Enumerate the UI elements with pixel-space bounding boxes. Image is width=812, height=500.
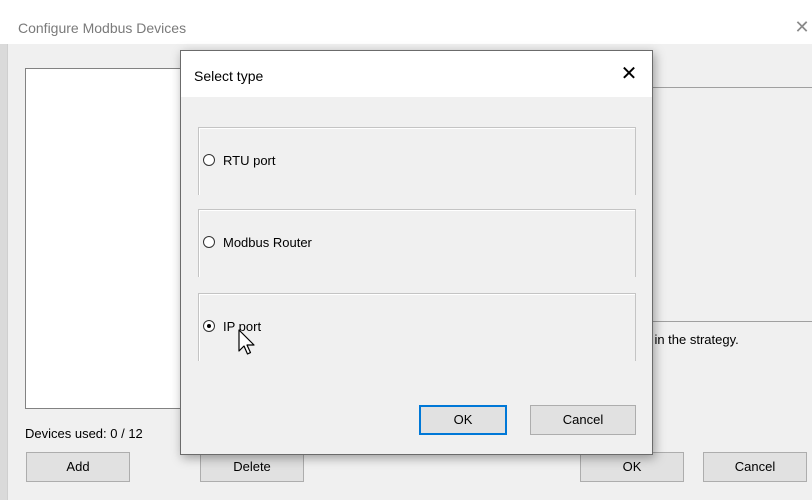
modbus-router-label[interactable]: Modbus Router — [223, 235, 312, 250]
main-window-title: Configure Modbus Devices — [18, 20, 187, 36]
device-list[interactable] — [25, 68, 185, 409]
dialog-ok-button[interactable]: OK — [419, 405, 507, 435]
rtu-port-radio[interactable] — [203, 154, 215, 166]
rtu-port-label[interactable]: RTU port — [223, 153, 276, 168]
device-details-panel — [652, 87, 812, 322]
modbus-router-radio[interactable] — [203, 236, 215, 248]
dialog-title: Select type — [194, 68, 264, 84]
main-close-icon[interactable]: ✕ — [792, 17, 812, 37]
select-type-dialog: Select type ✕ RTU port Modbus Router IP … — [180, 50, 653, 455]
mouse-pointer-icon — [238, 329, 255, 355]
left-window-edge — [0, 44, 8, 500]
main-ok-button[interactable]: OK — [580, 452, 684, 482]
ip-port-radio[interactable] — [203, 320, 215, 332]
dialog-cancel-button[interactable]: Cancel — [530, 405, 636, 435]
ip-port-group — [198, 293, 636, 361]
devices-used-label: Devices used: 0 / 12 — [25, 426, 143, 441]
main-cancel-button[interactable]: Cancel — [703, 452, 807, 482]
delete-button[interactable]: Delete — [200, 452, 304, 482]
hint-text: nt in the strategy. — [640, 332, 739, 347]
add-button[interactable]: Add — [26, 452, 130, 482]
dialog-close-icon[interactable]: ✕ — [617, 62, 641, 86]
